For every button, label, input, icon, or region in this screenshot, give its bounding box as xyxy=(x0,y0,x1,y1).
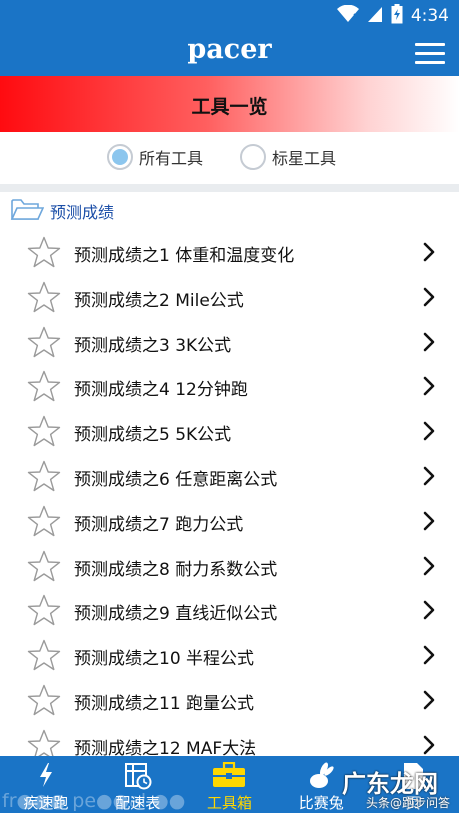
list-item-label: 预测成绩之9 直线近似公式 xyxy=(74,604,278,625)
tab-label: 工具箱 xyxy=(206,794,252,812)
status-bar: 4:34 xyxy=(0,0,459,30)
chevron-right-icon xyxy=(423,242,435,266)
lightning-icon xyxy=(37,762,55,792)
list-item[interactable]: 预测成绩之7 跑力公式 xyxy=(0,499,459,544)
list-item[interactable]: 预测成绩之8 耐力系数公式 xyxy=(0,544,459,589)
chevron-right-icon xyxy=(423,690,435,714)
watermark-text: fr●●● pe●●al ●● xyxy=(2,790,186,812)
section-banner: 工具一览 xyxy=(0,76,459,132)
page-title: 工具一览 xyxy=(191,96,268,118)
star-outline-icon[interactable] xyxy=(27,684,61,721)
list-item-label: 预测成绩之6 任意距离公式 xyxy=(74,469,278,490)
chevron-right-icon xyxy=(423,287,435,311)
chevron-right-icon xyxy=(423,466,435,490)
star-outline-icon[interactable] xyxy=(27,326,61,363)
chevron-right-icon xyxy=(423,600,435,624)
app-title: pacer xyxy=(187,34,272,65)
chevron-right-icon xyxy=(423,421,435,445)
list-item-label: 预测成绩之2 Mile公式 xyxy=(74,290,244,311)
radio-starred-tools[interactable]: 标星工具 xyxy=(240,144,336,170)
wifi-icon xyxy=(336,4,359,27)
list-item[interactable]: 预测成绩之6 任意距离公式 xyxy=(0,454,459,499)
list-item-label: 预测成绩之7 跑力公式 xyxy=(74,514,244,535)
radio-label: 标星工具 xyxy=(272,149,337,168)
hamburger-menu-icon[interactable] xyxy=(415,43,445,65)
list-item[interactable]: 预测成绩之1 体重和温度变化 xyxy=(0,230,459,275)
star-outline-icon[interactable] xyxy=(27,639,61,676)
watermark-logo: 广东龙网 头条@跑步问答 xyxy=(312,764,459,813)
group-header[interactable]: 预测成绩 xyxy=(10,196,114,226)
toolbox-icon xyxy=(212,761,246,792)
list-item-label: 预测成绩之5 5K公式 xyxy=(74,425,232,446)
status-time: 4:34 xyxy=(410,6,449,26)
tool-list: 预测成绩之1 体重和温度变化 预测成绩之2 Mile公式 预测成绩之3 3K公式 预测… xyxy=(0,230,459,768)
star-outline-icon[interactable] xyxy=(27,550,61,587)
list-item-label: 预测成绩之8 耐力系数公式 xyxy=(74,559,278,580)
watermark-caption: 头条@跑步问答 xyxy=(366,796,451,810)
chevron-right-icon xyxy=(423,645,435,669)
list-item-label: 预测成绩之3 3K公式 xyxy=(74,335,232,356)
list-item[interactable]: 预测成绩之4 12分钟跑 xyxy=(0,364,459,409)
signal-icon xyxy=(367,5,383,27)
star-outline-icon[interactable] xyxy=(27,236,61,273)
chevron-right-icon xyxy=(423,332,435,356)
list-item[interactable]: 预测成绩之3 3K公式 xyxy=(0,320,459,365)
star-outline-icon[interactable] xyxy=(27,370,61,407)
radio-checked-icon xyxy=(107,144,133,170)
chevron-right-icon xyxy=(423,376,435,400)
chevron-right-icon xyxy=(423,556,435,580)
star-outline-icon[interactable] xyxy=(27,281,61,318)
list-item-label: 预测成绩之1 体重和温度变化 xyxy=(74,246,295,266)
list-item[interactable]: 预测成绩之9 直线近似公式 xyxy=(0,588,459,633)
radio-all-tools[interactable]: 所有工具 xyxy=(107,144,203,170)
star-outline-icon[interactable] xyxy=(27,594,61,631)
battery-icon xyxy=(391,4,403,28)
list-item[interactable]: 预测成绩之11 跑量公式 xyxy=(0,678,459,723)
list-item[interactable]: 预测成绩之5 5K公式 xyxy=(0,409,459,454)
divider xyxy=(0,184,459,192)
tab-toolbox[interactable]: 工具箱 xyxy=(184,756,276,813)
list-item[interactable]: 预测成绩之10 半程公式 xyxy=(0,633,459,678)
list-item-label: 预测成绩之11 跑量公式 xyxy=(74,693,255,714)
list-item-label: 预测成绩之4 12分钟跑 xyxy=(74,380,248,401)
star-outline-icon[interactable] xyxy=(27,460,61,497)
star-outline-icon[interactable] xyxy=(27,505,61,542)
radio-label: 所有工具 xyxy=(139,149,204,168)
group-label: 预测成绩 xyxy=(50,203,115,222)
tool-filter: 所有工具 标星工具 xyxy=(0,132,459,184)
folder-open-icon xyxy=(10,196,45,226)
app-bar: pacer xyxy=(0,30,459,76)
list-item[interactable]: 预测成绩之2 Mile公式 xyxy=(0,275,459,320)
star-outline-icon[interactable] xyxy=(27,415,61,452)
chevron-right-icon xyxy=(423,511,435,535)
list-item-label: 预测成绩之10 半程公式 xyxy=(74,649,255,670)
radio-unchecked-icon xyxy=(240,144,266,170)
